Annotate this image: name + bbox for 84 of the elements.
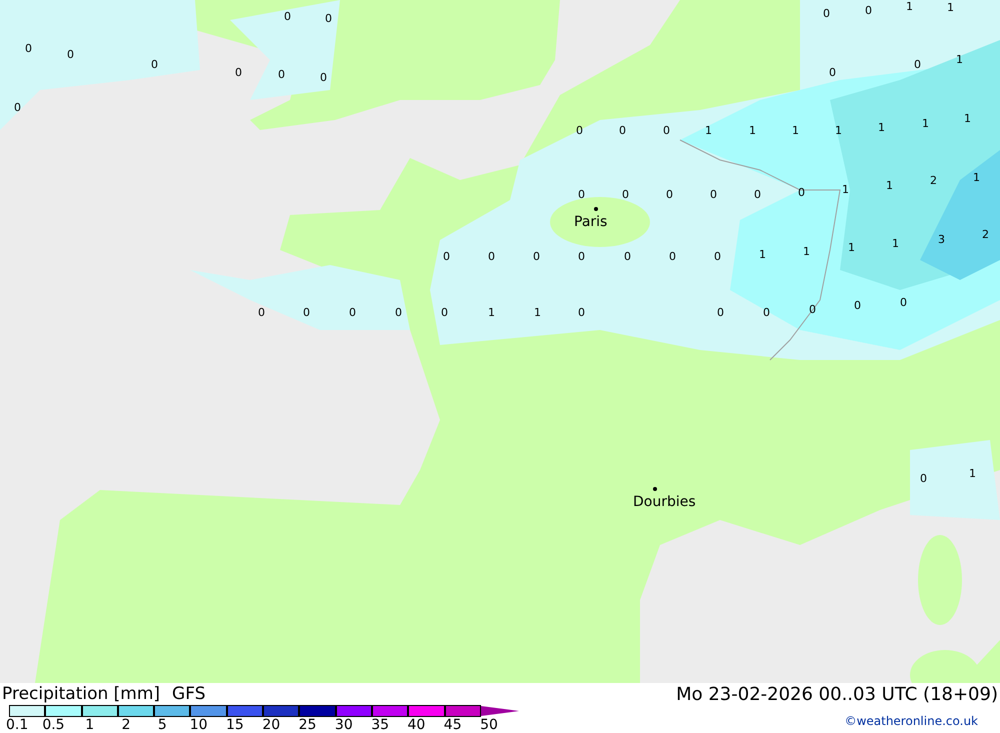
legend-scale-label: 25 [298, 717, 318, 733]
precipitation-value: 0 [320, 72, 327, 83]
legend-scale-label: 35 [370, 717, 390, 733]
precipitation-value: 0 [533, 251, 540, 262]
precipitation-value: 0 [763, 307, 770, 318]
precipitation-value: 0 [395, 307, 402, 318]
legend-scale-label: 1 [84, 717, 96, 733]
precipitation-value: 0 [578, 251, 585, 262]
precipitation-value: 0 [576, 125, 583, 136]
precipitation-value: 0 [258, 307, 265, 318]
precipitation-value: 0 [865, 5, 872, 16]
precipitation-value: 0 [67, 49, 74, 60]
precipitation-value: 0 [798, 187, 805, 198]
precipitation-value: 0 [25, 43, 32, 54]
precipitation-value: 0 [303, 307, 310, 318]
precipitation-value: 0 [914, 59, 921, 70]
precipitation-value: 1 [973, 172, 980, 183]
precipitation-value: 0 [578, 307, 585, 318]
precipitation-value: 0 [829, 67, 836, 78]
credit-link[interactable]: ©weatheronline.co.uk [844, 713, 978, 729]
model-name: GFS [172, 683, 206, 705]
precipitation-value: 1 [842, 184, 849, 195]
precipitation-value: 1 [848, 242, 855, 253]
precipitation-value: 1 [534, 307, 541, 318]
precipitation-value: 1 [922, 118, 929, 129]
precipitation-value: 3 [938, 234, 945, 245]
precipitation-value: 0 [443, 251, 450, 262]
city-label: Dourbies [633, 495, 696, 509]
precipitation-value: 1 [705, 125, 712, 136]
precipitation-value: 0 [325, 13, 332, 24]
precipitation-value: 0 [278, 69, 285, 80]
precipitation-value: 0 [666, 189, 673, 200]
legend-scale-label: 40 [406, 717, 426, 733]
precipitation-value: 0 [823, 8, 830, 19]
precipitation-value: 1 [886, 180, 893, 191]
precipitation-value: 0 [235, 67, 242, 78]
precipitation-value: 0 [441, 307, 448, 318]
precipitation-value: 1 [792, 125, 799, 136]
precipitation-value: 1 [956, 54, 963, 65]
precipitation-value: 0 [754, 189, 761, 200]
valid-time: Mo 23-02-2026 00..03 UTC (18+09) [676, 683, 998, 707]
precipitation-value: 1 [759, 249, 766, 260]
precipitation-value: 0 [622, 189, 629, 200]
precipitation-value: 1 [964, 113, 971, 124]
precipitation-value: 0 [854, 300, 861, 311]
legend-scale-label: 0.1 [5, 717, 30, 733]
city-label: Paris [574, 215, 608, 229]
precipitation-value: 0 [714, 251, 721, 262]
legend-scale-label: 5 [156, 717, 168, 733]
precipitation-value: 0 [488, 251, 495, 262]
precipitation-value: 0 [349, 307, 356, 318]
precipitation-value: 2 [982, 229, 989, 240]
precipitation-value: 0 [151, 59, 158, 70]
legend-title: Precipitation [mm] [2, 683, 160, 705]
precipitation-value: 1 [835, 125, 842, 136]
precipitation-value: 0 [578, 189, 585, 200]
precipitation-value: 0 [710, 189, 717, 200]
precipitation-value: 0 [619, 125, 626, 136]
precipitation-value: 0 [663, 125, 670, 136]
precipitation-value: 1 [892, 238, 899, 249]
precipitation-value: 1 [749, 125, 756, 136]
precipitation-value: 0 [920, 473, 927, 484]
legend-scale-label: 30 [334, 717, 354, 733]
precipitation-value: 1 [878, 122, 885, 133]
precipitation-value: 1 [969, 468, 976, 479]
precipitation-value: 0 [284, 11, 291, 22]
precipitation-value: 0 [809, 304, 816, 315]
precipitation-value: 0 [624, 251, 631, 262]
precipitation-value: 2 [930, 175, 937, 186]
legend-scale-label: 50 [479, 717, 499, 733]
legend-scale-label: 2 [120, 717, 132, 733]
precipitation-value: 0 [900, 297, 907, 308]
precipitation-value: 1 [906, 1, 913, 12]
legend-scale-label: 15 [225, 717, 245, 733]
legend-scale-label: 20 [261, 717, 282, 733]
precipitation-value: 1 [488, 307, 495, 318]
legend-scale-label: 45 [442, 717, 463, 733]
legend-scale-label: 10 [188, 717, 209, 733]
precipitation-value: 0 [669, 251, 676, 262]
precipitation-value: 1 [947, 2, 954, 13]
precipitation-value: 1 [803, 246, 810, 257]
legend-scale-label: 0.5 [41, 717, 66, 733]
precipitation-value: 0 [717, 307, 724, 318]
precipitation-value: 0 [14, 102, 21, 113]
